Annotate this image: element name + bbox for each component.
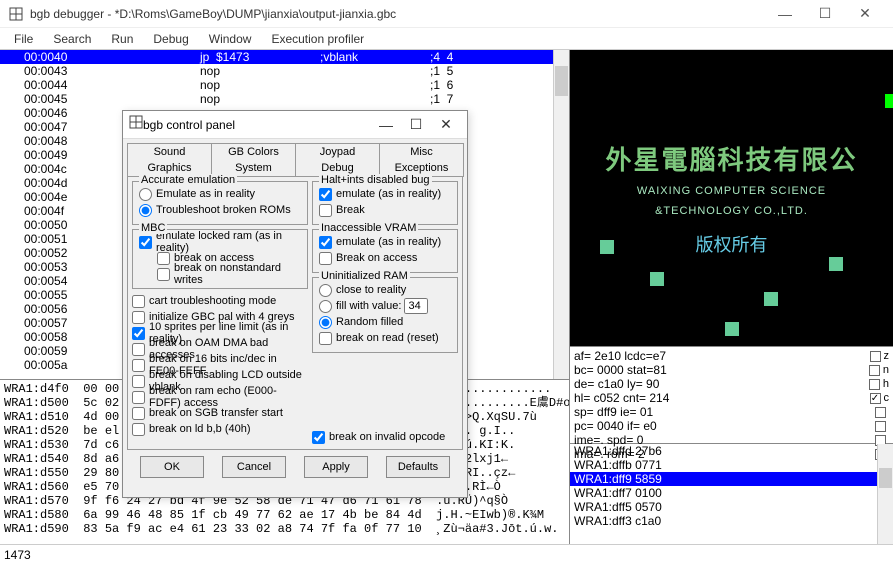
check-halt-break[interactable]: Break <box>319 202 451 218</box>
window-titlebar: bgb debugger - *D:\Roms\GameBoy\DUMP\jia… <box>0 0 893 28</box>
tab-joypad[interactable]: Joypad <box>295 143 380 160</box>
disasm-row[interactable]: 00:0040jp $1473;vblank;4 4 <box>0 50 569 64</box>
minimize-button[interactable]: — <box>765 0 805 28</box>
menu-run[interactable]: Run <box>101 32 143 46</box>
window-title: bgb debugger - *D:\Roms\GameBoy\DUMP\jia… <box>30 7 765 21</box>
check-break-on-read[interactable]: break on read (reset) <box>319 330 451 346</box>
stack-row[interactable]: WRA1:dffb 0771 <box>570 458 893 472</box>
tab-sound[interactable]: Sound <box>127 143 212 160</box>
check-long-option[interactable]: cart troubleshooting mode <box>132 293 308 309</box>
check-halt-emulate[interactable]: emulate (as in reality) <box>319 186 451 202</box>
tab-misc[interactable]: Misc <box>379 143 464 160</box>
panel-minimize-button[interactable]: — <box>371 117 401 133</box>
stack-pane[interactable]: WRA1:dffd 27b6WRA1:dffb 0771WRA1:dff9 58… <box>570 444 893 544</box>
disasm-row[interactable]: 00:0044nop ;1 6 <box>0 78 569 92</box>
scrollbar-vertical[interactable] <box>877 444 893 544</box>
check-long-option[interactable]: break on ram echo (E000-FDFF) access <box>132 389 308 405</box>
menu-search[interactable]: Search <box>43 32 101 46</box>
check-emulate-locked-ram[interactable]: emulate locked ram (as in reality) <box>139 234 301 250</box>
defaults-button[interactable]: Defaults <box>386 456 450 478</box>
check-break-invalid-opcode[interactable]: break on invalid opcode <box>312 429 458 445</box>
radio-random-filled[interactable]: Random filled <box>319 314 451 330</box>
check-long-option[interactable]: break on SGB transfer start <box>132 405 308 421</box>
app-icon <box>129 115 143 134</box>
group-accurate-emulation: Accurate emulation Emulate as in reality… <box>132 181 308 225</box>
emulator-screen: 外星電腦科技有限公 WAIXING COMPUTER SCIENCE &TECH… <box>570 50 893 346</box>
reg-highlight <box>885 94 893 108</box>
apply-button[interactable]: Apply <box>304 456 368 478</box>
radio-emulate-reality[interactable]: Emulate as in reality <box>139 186 301 202</box>
statusbar: 1473 <box>0 544 893 564</box>
menu-window[interactable]: Window <box>199 32 262 46</box>
group-uninitialized-ram: Uninitialized RAM close to reality fill … <box>312 277 458 353</box>
menubar: File Search Run Debug Window Execution p… <box>0 28 893 50</box>
emu-logo-line3: 版权所有 <box>570 231 893 257</box>
disasm-row[interactable]: 00:0045nop ;1 7 <box>0 92 569 106</box>
stack-row[interactable]: WRA1:dff5 0570 <box>570 500 893 514</box>
disasm-row[interactable]: 00:0043nop ;1 5 <box>0 64 569 78</box>
maximize-button[interactable]: ☐ <box>805 0 845 28</box>
flag-check[interactable]: c <box>853 391 889 405</box>
group-halt-ints: Halt+ints disabled bug emulate (as in re… <box>312 181 458 225</box>
radio-close-reality[interactable]: close to reality <box>319 282 451 298</box>
check-break-nonstandard-writes[interactable]: break on nonstandard writes <box>139 266 301 282</box>
menu-debug[interactable]: Debug <box>143 32 198 46</box>
emu-logo-line2b: &TECHNOLOGY CO.,LTD. <box>570 205 893 217</box>
stack-row[interactable]: WRA1:dff3 c1a0 <box>570 514 893 528</box>
group-inaccessible-vram: Inaccessible VRAM emulate (as in reality… <box>312 229 458 273</box>
flag-check[interactable]: n <box>853 363 889 377</box>
flag-check[interactable] <box>853 405 889 419</box>
check-vram-emulate[interactable]: emulate (as in reality) <box>319 234 451 250</box>
control-panel-dialog: bgb control panel — ☐ ✕ Sound GB Colors … <box>122 110 468 498</box>
menu-execution-profiler[interactable]: Execution profiler <box>261 32 374 46</box>
panel-title: bgb control panel <box>143 118 371 132</box>
flag-check[interactable]: z <box>853 349 889 363</box>
emu-logo-line2a: WAIXING COMPUTER SCIENCE <box>570 185 893 197</box>
flag-check[interactable] <box>853 419 889 433</box>
app-icon <box>8 6 24 22</box>
check-vram-break[interactable]: Break on access <box>319 250 451 266</box>
radio-troubleshoot-roms[interactable]: Troubleshoot broken ROMs <box>139 202 301 218</box>
panel-maximize-button[interactable]: ☐ <box>401 116 431 133</box>
menu-file[interactable]: File <box>4 32 43 46</box>
stack-row[interactable]: WRA1:dffd 27b6 <box>570 444 893 458</box>
status-text: 1473 <box>4 548 31 562</box>
stack-row[interactable]: WRA1:dff7 0100 <box>570 486 893 500</box>
cancel-button[interactable]: Cancel <box>222 456 286 478</box>
fill-value-input[interactable] <box>404 298 428 314</box>
ok-button[interactable]: OK <box>140 456 204 478</box>
emu-logo-line1: 外星電腦科技有限公 <box>570 140 893 177</box>
stack-row[interactable]: WRA1:dff9 5859 <box>570 472 893 486</box>
tab-gbcolors[interactable]: GB Colors <box>211 143 296 160</box>
check-long-option[interactable]: break on ld b,b (40h) <box>132 421 308 437</box>
scrollbar-vertical[interactable] <box>553 50 569 379</box>
close-button[interactable]: ✕ <box>845 0 885 28</box>
radio-fill-value[interactable]: fill with value: <box>319 298 451 314</box>
registers-pane[interactable]: af= 2e10 lcdc=e7bc= 0000 stat=81de= c1a0… <box>570 346 893 444</box>
flag-check[interactable]: h <box>853 377 889 391</box>
panel-close-button[interactable]: ✕ <box>431 116 461 133</box>
group-mbc: MBC emulate locked ram (as in reality) b… <box>132 229 308 289</box>
